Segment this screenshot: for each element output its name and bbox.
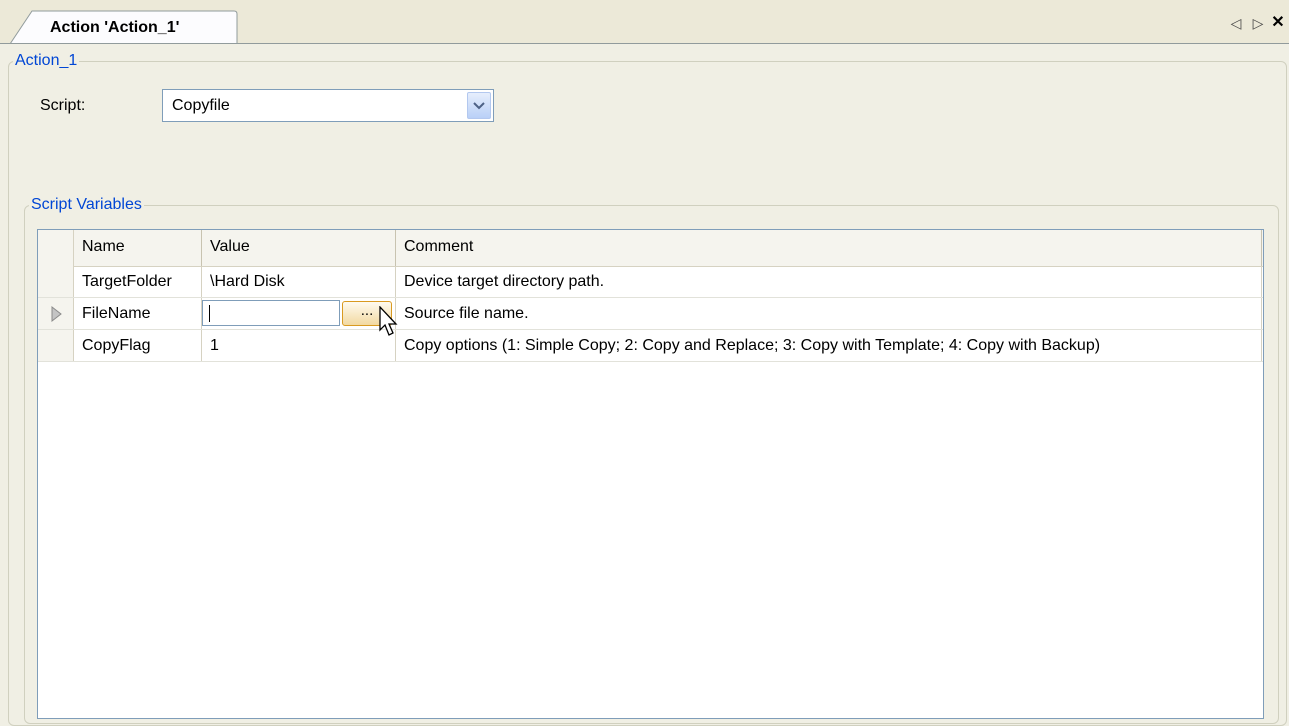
cell-value-editor[interactable]: ... bbox=[202, 298, 396, 329]
cell-comment[interactable]: Source file name. bbox=[396, 298, 1262, 329]
table-row[interactable]: TargetFolder \Hard Disk Device target di… bbox=[38, 266, 1263, 298]
script-dropdown[interactable]: Copyfile bbox=[162, 89, 494, 122]
cell-value[interactable]: 1 bbox=[202, 330, 396, 361]
row-header[interactable] bbox=[38, 266, 74, 297]
close-icon[interactable]: ✕ bbox=[1269, 14, 1287, 32]
action-group-legend: Action_1 bbox=[15, 52, 78, 69]
script-label: Script: bbox=[40, 97, 86, 114]
cell-name[interactable]: TargetFolder bbox=[74, 266, 202, 297]
text-caret bbox=[209, 305, 210, 322]
table-row[interactable]: CopyFlag 1 Copy options (1: Simple Copy;… bbox=[38, 330, 1263, 362]
cell-comment[interactable]: Device target directory path. bbox=[396, 266, 1262, 297]
cell-name[interactable]: CopyFlag bbox=[74, 330, 202, 361]
cell-value[interactable]: \Hard Disk bbox=[202, 266, 396, 297]
cell-comment[interactable]: Copy options (1: Simple Copy; 2: Copy an… bbox=[396, 330, 1262, 361]
dropdown-button[interactable] bbox=[467, 92, 491, 119]
row-header[interactable] bbox=[38, 298, 74, 329]
script-variables-grid[interactable]: Name Value Comment TargetFolder \Hard Di… bbox=[37, 229, 1264, 719]
chevron-down-icon bbox=[473, 102, 485, 110]
scroll-right-icon[interactable]: ▷ bbox=[1249, 14, 1267, 32]
column-header-name[interactable]: Name bbox=[74, 230, 202, 266]
row-header[interactable] bbox=[38, 330, 74, 361]
current-row-arrow-icon bbox=[51, 306, 62, 322]
table-row[interactable]: FileName ... Source file name. bbox=[38, 298, 1263, 330]
column-header-comment[interactable]: Comment bbox=[396, 230, 1262, 266]
mouse-pointer-icon bbox=[379, 306, 398, 336]
tab-title: Action 'Action_1' bbox=[50, 19, 180, 36]
header-corner bbox=[38, 230, 74, 266]
script-variables-legend: Script Variables bbox=[31, 196, 142, 213]
filename-value-input[interactable] bbox=[202, 300, 340, 326]
cell-name[interactable]: FileName bbox=[74, 298, 202, 329]
column-header-value[interactable]: Value bbox=[202, 230, 396, 266]
scroll-left-icon[interactable]: ◁ bbox=[1227, 14, 1245, 32]
grid-header: Name Value Comment bbox=[38, 230, 1263, 267]
document-tabstrip: Action 'Action_1' ◁ ▷ ✕ bbox=[0, 0, 1289, 44]
script-dropdown-value: Copyfile bbox=[172, 97, 230, 114]
tab-action-1[interactable]: Action 'Action_1' bbox=[10, 10, 238, 44]
